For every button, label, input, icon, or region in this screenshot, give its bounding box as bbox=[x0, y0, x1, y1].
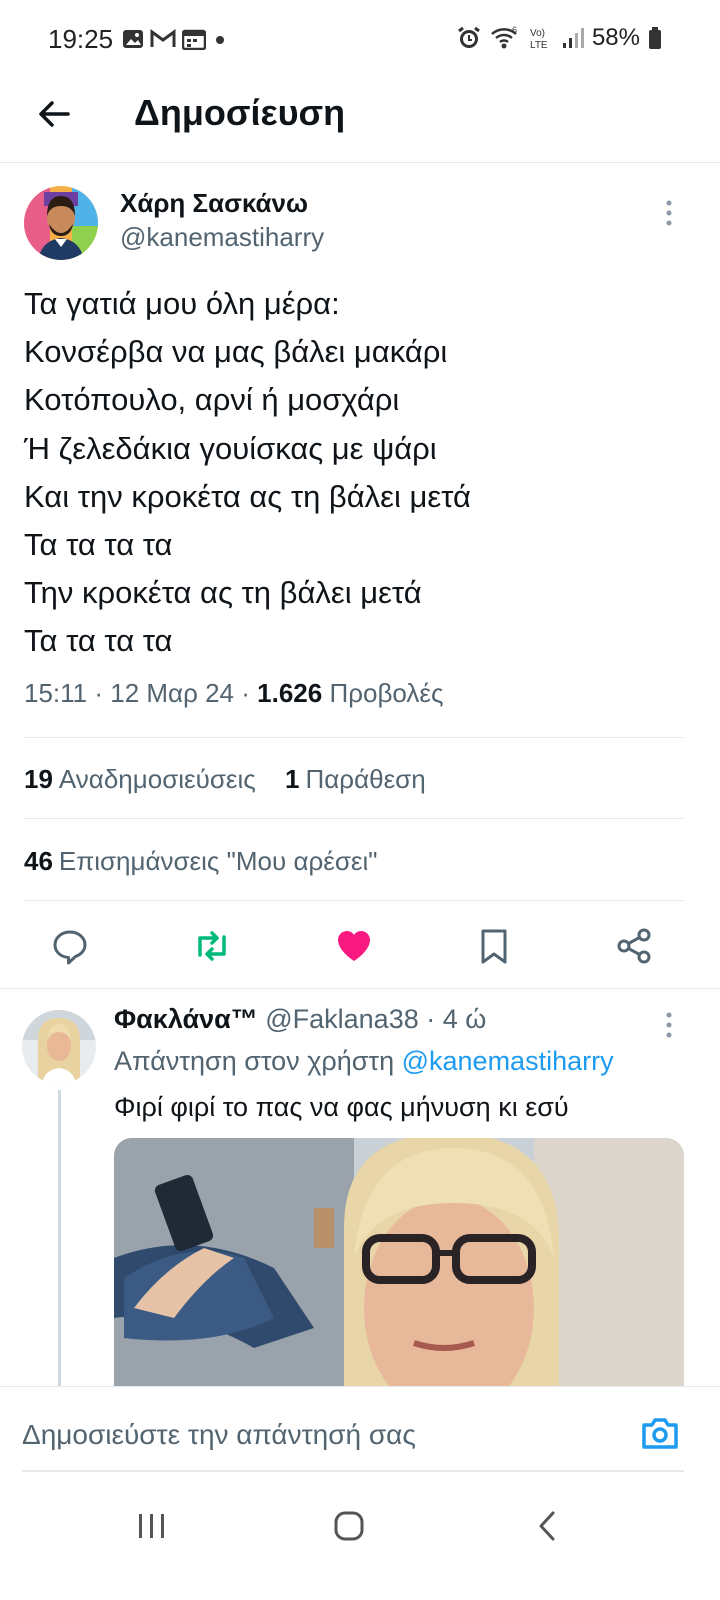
tweet-line: Την κροκέτα ας τη βάλει μετά bbox=[24, 575, 422, 611]
section-divider bbox=[0, 988, 720, 989]
tweet-time: 15:11 bbox=[24, 678, 88, 708]
reply-header: Φακλάνα™ @Faklana38 · 4 ώ bbox=[114, 1004, 487, 1034]
notification-icons bbox=[122, 28, 228, 50]
system-icons: 6 Vo) LTE 58% bbox=[456, 24, 662, 52]
reply-composer: Δημοσιεύστε την απάντησή σας bbox=[0, 1386, 720, 1477]
reply-author-name[interactable]: Φακλάνα™ bbox=[114, 1004, 258, 1034]
reply-text: Φιρί φιρί το πας να φας μήνυση κι εσύ bbox=[114, 1092, 569, 1122]
calendar-icon bbox=[182, 29, 206, 50]
gallery-icon bbox=[123, 30, 143, 48]
quotes-count: 1 bbox=[285, 764, 300, 794]
reply-input[interactable]: Δημοσιεύστε την απάντησή σας bbox=[22, 1419, 416, 1451]
reposts-label: Αναδημοσιεύσεις bbox=[58, 764, 256, 794]
reply-author-avatar[interactable] bbox=[22, 1010, 96, 1084]
svg-text:LTE: LTE bbox=[530, 40, 548, 51]
recent-apps-icon[interactable] bbox=[136, 1512, 168, 1540]
reply-author-handle[interactable]: @Faklana38 bbox=[265, 1004, 419, 1034]
app-header: Δημοσίευση bbox=[0, 80, 720, 163]
divider bbox=[24, 900, 684, 901]
reply-age: 4 ώ bbox=[442, 1004, 487, 1034]
tweet-meta: 15:11 · 12 Μαρ 24 · 1.626 Προβολές bbox=[24, 678, 444, 708]
reply-button[interactable] bbox=[46, 922, 94, 970]
tweet-text: Τα γατιά μου όλη μέρα: Κονσέρβα να μας β… bbox=[24, 280, 471, 666]
tweet-line: Κονσέρβα να μας βάλει μακάρι bbox=[24, 334, 448, 370]
repost-button[interactable] bbox=[188, 922, 236, 970]
tweet-line: Κοτόπουλο, αρνί ή μοσχάρι bbox=[24, 382, 400, 418]
divider bbox=[24, 818, 684, 819]
gmail-icon bbox=[150, 29, 176, 47]
share-icon bbox=[617, 928, 651, 964]
page-title: Δημοσίευση bbox=[134, 92, 346, 133]
svg-text:Vo): Vo) bbox=[530, 28, 545, 39]
camera-icon[interactable] bbox=[640, 1415, 680, 1451]
system-navigation-bar bbox=[0, 1480, 720, 1600]
tweet-date: 12 Μαρ 24 bbox=[110, 678, 235, 708]
reposts-stat[interactable]: 19 Αναδημοσιεύσεις bbox=[24, 764, 256, 794]
svg-text:6: 6 bbox=[512, 25, 517, 35]
author-name[interactable]: Χάρη Σασκάνω bbox=[120, 188, 308, 219]
back-nav-icon[interactable] bbox=[536, 1510, 558, 1542]
status-time: 19:25 bbox=[48, 24, 114, 54]
author-handle[interactable]: @kanemastiharry bbox=[120, 222, 324, 253]
battery-icon bbox=[649, 27, 661, 49]
bookmark-icon bbox=[481, 929, 507, 964]
status-bar: 19:25 6 Vo) LTE 58% bbox=[0, 0, 720, 80]
like-button[interactable] bbox=[330, 922, 378, 970]
share-button[interactable] bbox=[610, 922, 658, 970]
dot-icon bbox=[216, 36, 224, 44]
composer-underline bbox=[22, 1470, 684, 1472]
tweet-line: Ή ζελεδάκια γουίσκας με ψάρι bbox=[24, 430, 437, 466]
likes-count: 46 bbox=[24, 846, 53, 876]
heart-filled-icon bbox=[338, 931, 370, 961]
engagement-row: 19 Αναδημοσιεύσεις 1 Παράθεση bbox=[24, 764, 426, 795]
author-avatar[interactable] bbox=[24, 186, 98, 260]
signal-icon bbox=[562, 28, 584, 48]
wifi-icon: 6 bbox=[491, 25, 517, 49]
views-label: Προβολές bbox=[329, 678, 444, 708]
reply-to-label: Απάντηση στον χρήστη bbox=[114, 1046, 395, 1076]
home-icon[interactable] bbox=[333, 1510, 365, 1542]
quotes-stat[interactable]: 1 Παράθεση bbox=[285, 764, 426, 794]
reply-icon bbox=[53, 930, 87, 965]
battery-percent: 58% bbox=[591, 24, 640, 51]
likes-stat[interactable]: 46 Επισημάνσεις "Μου αρέσει" bbox=[24, 846, 378, 877]
back-arrow-icon[interactable] bbox=[34, 94, 74, 134]
tweet-line: Τα γατιά μου όλη μέρα: bbox=[24, 286, 340, 321]
bookmark-button[interactable] bbox=[470, 922, 518, 970]
alarm-icon bbox=[458, 26, 480, 48]
replying-to: Απάντηση στον χρήστη @kanemastiharry bbox=[114, 1046, 614, 1077]
likes-label: Επισημάνσεις "Μου αρέσει" bbox=[58, 846, 378, 876]
views-count: 1.626 bbox=[257, 678, 323, 708]
tweet-line: Τα τα τα τα bbox=[24, 527, 173, 563]
reply-more-options-icon[interactable] bbox=[665, 1010, 673, 1040]
quotes-label: Παράθεση bbox=[305, 764, 426, 794]
reply-media-image[interactable] bbox=[114, 1138, 684, 1398]
repost-icon bbox=[198, 931, 226, 961]
thread-line bbox=[58, 1090, 61, 1390]
tweet-line: Τα τα τα τα bbox=[24, 623, 173, 659]
tweet-line: Και την κροκέτα ας τη βάλει μετά bbox=[24, 478, 471, 514]
reply-to-mention[interactable]: @kanemastiharry bbox=[402, 1046, 614, 1076]
more-options-icon[interactable] bbox=[665, 198, 673, 228]
volte-icon: Vo)LTE bbox=[530, 28, 548, 51]
reposts-count: 19 bbox=[24, 764, 53, 794]
divider bbox=[24, 737, 684, 738]
